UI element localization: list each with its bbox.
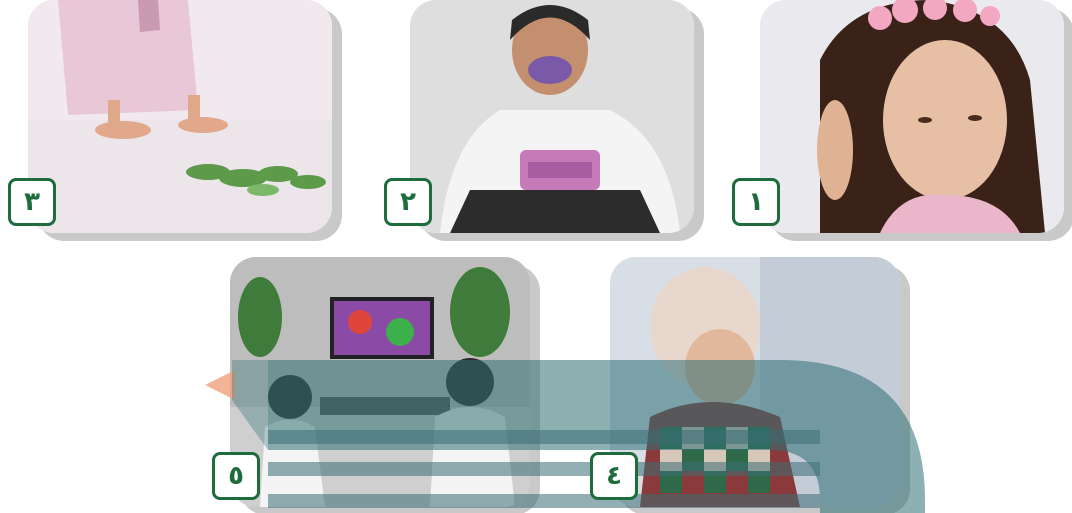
photo-card-feet	[28, 0, 332, 233]
photo-card-hearing	[760, 0, 1064, 233]
number-badge-1: ١	[732, 178, 780, 226]
photo-card-smelling	[610, 257, 900, 507]
child-smelling-photo	[610, 257, 900, 507]
photo-card-watching	[230, 257, 530, 507]
feet-walking-photo	[28, 0, 332, 233]
children-watching-tv-photo	[230, 257, 530, 507]
number-badge-5: ٥	[212, 452, 260, 500]
number-badge-2: ٢	[384, 178, 432, 226]
photo-card-tasting	[410, 0, 694, 233]
number-badge-3: ٣	[8, 178, 56, 226]
number-badge-4: ٤	[590, 452, 638, 500]
girl-touching-ear-photo	[760, 0, 1064, 233]
child-tasting-photo	[410, 0, 694, 233]
